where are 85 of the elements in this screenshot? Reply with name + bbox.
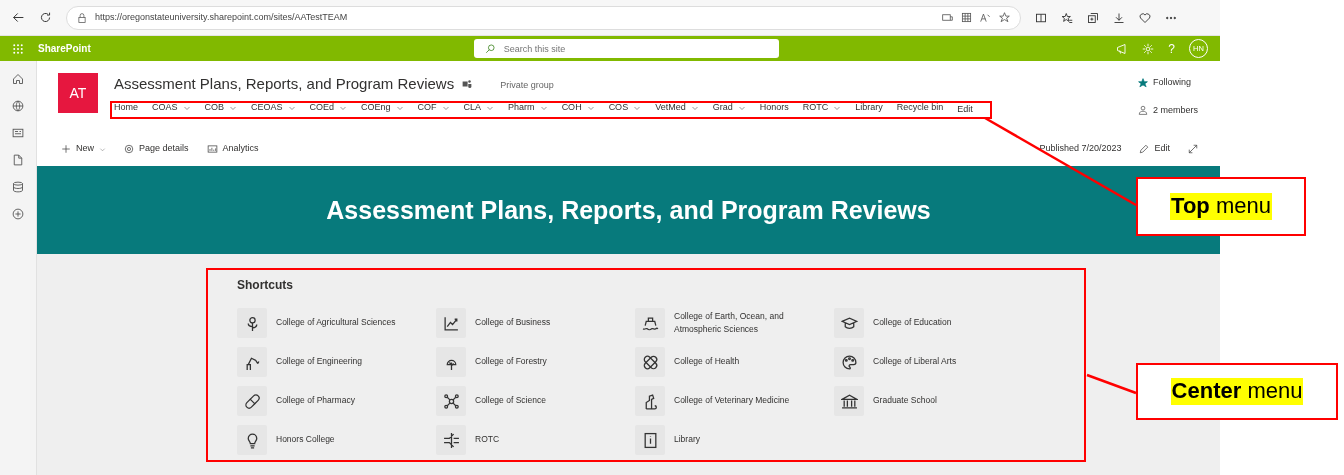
published-date: Published 7/20/2023 xyxy=(1039,142,1122,156)
chart-icon xyxy=(206,144,218,154)
home-icon[interactable] xyxy=(12,73,24,85)
members-button[interactable]: 2 members xyxy=(1138,103,1198,117)
favorites-icon[interactable] xyxy=(1061,11,1073,24)
nav-link[interactable]: CLA xyxy=(463,101,495,115)
nav-link[interactable]: Library xyxy=(855,101,883,115)
collections-icon[interactable] xyxy=(1087,11,1099,24)
expand-icon[interactable] xyxy=(1188,144,1198,154)
follow-button[interactable]: Following xyxy=(1138,76,1198,90)
shortcut-link[interactable]: College of Science xyxy=(436,386,635,416)
nav-link[interactable]: Grad xyxy=(712,101,746,115)
line-chart-icon xyxy=(442,314,460,332)
shortcut-link[interactable]: College of Pharmacy xyxy=(237,386,436,416)
palette-icon xyxy=(840,353,858,371)
nav-link[interactable]: Honors xyxy=(759,101,789,115)
banner-title: Assessment Plans, Reports, and Program Reviews xyxy=(326,195,931,225)
star-icon[interactable] xyxy=(999,12,1010,23)
callout-label: Top menu xyxy=(1170,193,1272,220)
split-screen-icon[interactable] xyxy=(1035,11,1047,24)
settings-icon xyxy=(124,144,134,154)
nav-link[interactable]: COAS xyxy=(152,101,191,115)
refresh-icon[interactable] xyxy=(39,11,52,24)
nav-link[interactable]: Home xyxy=(114,101,138,115)
shortcut-link[interactable]: College of Earth, Ocean, and Atmospheric Sciences xyxy=(635,308,834,338)
globe-icon[interactable] xyxy=(12,100,24,112)
back-icon[interactable] xyxy=(12,11,25,24)
bank-icon xyxy=(840,392,858,410)
new-button[interactable]: New xyxy=(61,142,106,156)
star-icon xyxy=(1138,77,1148,88)
molecule-icon xyxy=(442,392,460,410)
lock-icon xyxy=(77,12,87,23)
database-icon[interactable] xyxy=(12,181,24,193)
document-icon[interactable] xyxy=(12,154,24,166)
person-icon xyxy=(1138,105,1148,116)
nav-link[interactable]: COEng xyxy=(361,101,404,115)
bandage-icon xyxy=(641,353,659,371)
search-icon xyxy=(484,43,495,54)
callout-label: Center menu xyxy=(1170,378,1304,405)
shortcut-link[interactable]: College of Education xyxy=(834,308,1033,338)
shortcut-link[interactable]: College of Engineering xyxy=(237,347,436,377)
nav-link[interactable]: COH xyxy=(561,101,595,115)
pill-icon xyxy=(243,392,261,410)
shortcut-link[interactable]: ROTC xyxy=(436,425,635,455)
analytics-button[interactable]: Analytics xyxy=(206,142,259,156)
url-text: https://oregonstateuniversity.sharepoint.com/sites/AATestTEAM xyxy=(95,10,348,24)
nav-link[interactable]: VetMed xyxy=(655,101,699,115)
pencil-icon xyxy=(1139,144,1150,154)
shortcut-link[interactable]: Library xyxy=(635,425,834,455)
shortcut-link[interactable]: Graduate School xyxy=(834,386,1033,416)
shortcut-link[interactable]: College of Liberal Arts xyxy=(834,347,1033,377)
site-title[interactable]: Assessment Plans, Reports, and Program Reviews xyxy=(114,72,455,96)
nav-link[interactable]: Pharm xyxy=(508,101,548,115)
privacy-label: Private group xyxy=(500,79,554,93)
grid-icon[interactable] xyxy=(961,12,972,23)
nav-link[interactable]: COEd xyxy=(309,101,348,115)
nav-link[interactable]: Recycle bin xyxy=(896,101,944,115)
nav-link[interactable]: COF xyxy=(417,101,450,115)
plus-icon xyxy=(61,144,71,154)
graduation-cap-icon xyxy=(840,314,858,332)
nav-link[interactable]: CEOAS xyxy=(251,101,296,115)
shortcut-link[interactable]: College of Agricultural Sciences xyxy=(237,308,436,338)
nav-link[interactable]: ROTC xyxy=(802,101,842,115)
address-bar[interactable]: https://oregonstateuniversity.sharepoint.com/sites/AATestTEAM xyxy=(66,5,1021,30)
edit-button[interactable]: Edit xyxy=(1139,142,1170,156)
download-icon[interactable] xyxy=(1113,11,1125,24)
site-logo: AT xyxy=(58,73,98,113)
search-field[interactable]: Search this site xyxy=(473,39,779,58)
shortcut-link[interactable]: College of Forestry xyxy=(436,347,635,377)
nav-link[interactable]: COS xyxy=(608,101,642,115)
nav-link[interactable]: COB xyxy=(204,101,238,115)
news-icon[interactable] xyxy=(12,127,24,139)
heart-icon[interactable] xyxy=(1139,11,1151,24)
shortcut-link[interactable]: College of Veterinary Medicine xyxy=(635,386,834,416)
teams-icon[interactable] xyxy=(462,79,473,89)
add-icon[interactable] xyxy=(12,208,24,220)
read-aloud-icon[interactable] xyxy=(980,12,991,23)
page-details-button[interactable]: Page details xyxy=(124,142,189,156)
chevron-icon xyxy=(99,145,106,153)
edit-link[interactable]: Edit xyxy=(957,103,973,117)
monitor-icon[interactable] xyxy=(942,12,953,23)
shortcut-link[interactable]: Honors College xyxy=(237,425,436,455)
shortcut-link[interactable]: College of Business xyxy=(436,308,635,338)
section-title: Shortcuts xyxy=(237,277,294,294)
shortcut-link[interactable]: College of Health xyxy=(635,347,834,377)
